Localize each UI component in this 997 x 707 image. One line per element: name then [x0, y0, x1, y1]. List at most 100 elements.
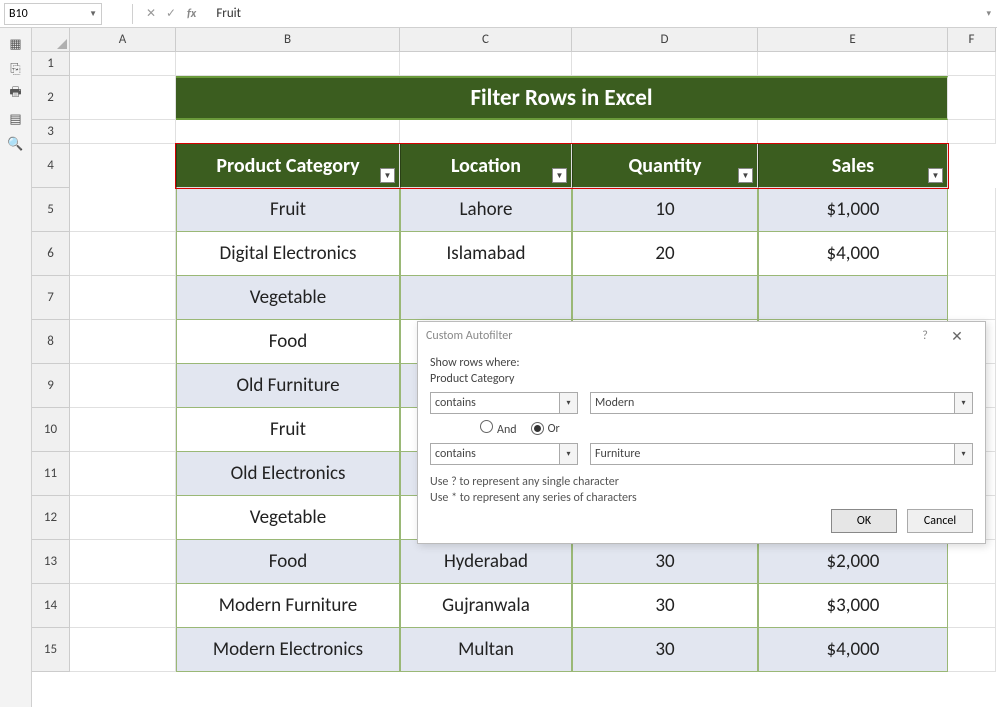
- header-product-category[interactable]: Product Category▼: [176, 144, 400, 188]
- cell[interactable]: [948, 188, 996, 232]
- row-header[interactable]: 14: [32, 584, 70, 628]
- close-icon[interactable]: ✕: [937, 328, 977, 345]
- cell[interactable]: [948, 584, 996, 628]
- col-header[interactable]: D: [572, 28, 758, 52]
- cell[interactable]: [758, 120, 948, 144]
- cell-quantity[interactable]: 10: [572, 188, 758, 232]
- cell-sales[interactable]: $2,000: [758, 540, 948, 584]
- select-all-corner[interactable]: [32, 28, 70, 52]
- cell[interactable]: [70, 76, 176, 120]
- dropdown-icon[interactable]: ▼: [89, 9, 97, 19]
- cell-sales[interactable]: [758, 276, 948, 320]
- cancel-button[interactable]: Cancel: [907, 509, 973, 533]
- cell[interactable]: [70, 320, 176, 364]
- cell-sales[interactable]: $3,000: [758, 584, 948, 628]
- col-header[interactable]: C: [400, 28, 572, 52]
- cell[interactable]: [70, 232, 176, 276]
- cell[interactable]: [176, 52, 400, 76]
- row-header[interactable]: 6: [32, 232, 70, 276]
- col-header[interactable]: B: [176, 28, 400, 52]
- enter-icon[interactable]: ✓: [161, 6, 181, 21]
- cell[interactable]: [70, 52, 176, 76]
- operator2-combo[interactable]: contains▾: [430, 443, 578, 465]
- cell-product-category[interactable]: Modern Electronics: [176, 628, 400, 672]
- cell[interactable]: [948, 120, 996, 144]
- row-header[interactable]: 11: [32, 452, 70, 496]
- cell-location[interactable]: Gujranwala: [400, 584, 572, 628]
- header-quantity[interactable]: Quantity▼: [572, 144, 758, 188]
- cell[interactable]: [948, 232, 996, 276]
- cell-quantity[interactable]: 30: [572, 628, 758, 672]
- cell-quantity[interactable]: [572, 276, 758, 320]
- tool-icon[interactable]: 🔍: [4, 133, 28, 155]
- row-header[interactable]: 15: [32, 628, 70, 672]
- cell[interactable]: [70, 540, 176, 584]
- tool-icon[interactable]: ▦: [4, 33, 28, 55]
- row-header[interactable]: 5: [32, 188, 70, 232]
- cell-product-category[interactable]: Food: [176, 320, 400, 364]
- cell[interactable]: [758, 52, 948, 76]
- filter-dropdown-icon[interactable]: ▼: [552, 168, 567, 183]
- and-radio[interactable]: And: [480, 420, 517, 437]
- cell[interactable]: [572, 52, 758, 76]
- header-location[interactable]: Location▼: [400, 144, 572, 188]
- value1-combo[interactable]: Modern▾: [590, 392, 973, 414]
- cell[interactable]: [70, 496, 176, 540]
- cell-location[interactable]: [400, 276, 572, 320]
- dropdown-icon[interactable]: ▾: [954, 393, 972, 413]
- cell[interactable]: [70, 452, 176, 496]
- cell[interactable]: [948, 540, 996, 584]
- cell[interactable]: [948, 628, 996, 672]
- dropdown-icon[interactable]: ▾: [559, 444, 577, 464]
- cell-quantity[interactable]: 20: [572, 232, 758, 276]
- cell-location[interactable]: Multan: [400, 628, 572, 672]
- tool-icon[interactable]: 🖶: [4, 83, 28, 105]
- cell[interactable]: [948, 52, 996, 76]
- cell-product-category[interactable]: Vegetable: [176, 276, 400, 320]
- cell[interactable]: [572, 120, 758, 144]
- cell-sales[interactable]: $4,000: [758, 628, 948, 672]
- or-radio[interactable]: Or: [531, 422, 560, 436]
- dropdown-icon[interactable]: ▾: [559, 393, 577, 413]
- cell-product-category[interactable]: Food: [176, 540, 400, 584]
- col-header[interactable]: F: [948, 28, 996, 52]
- cell-location[interactable]: Hyderabad: [400, 540, 572, 584]
- formula-value[interactable]: Fruit: [216, 6, 241, 21]
- row-header[interactable]: 2: [32, 76, 70, 120]
- expand-icon[interactable]: ▾: [986, 8, 991, 19]
- header-sales[interactable]: Sales▼: [758, 144, 948, 188]
- cell[interactable]: [176, 120, 400, 144]
- name-box[interactable]: B10 ▼: [4, 3, 102, 25]
- row-header[interactable]: 3: [32, 120, 70, 144]
- row-header[interactable]: 10: [32, 408, 70, 452]
- ok-button[interactable]: OK: [831, 509, 897, 533]
- cell-sales[interactable]: $1,000: [758, 188, 948, 232]
- cell-location[interactable]: Lahore: [400, 188, 572, 232]
- col-header[interactable]: E: [758, 28, 948, 52]
- cell-product-category[interactable]: Old Electronics: [176, 452, 400, 496]
- filter-dropdown-icon[interactable]: ▼: [380, 168, 395, 183]
- cell-quantity[interactable]: 30: [572, 540, 758, 584]
- cell-product-category[interactable]: Digital Electronics: [176, 232, 400, 276]
- cell[interactable]: [70, 408, 176, 452]
- title-cell[interactable]: Filter Rows in Excel: [176, 76, 948, 120]
- filter-dropdown-icon[interactable]: ▼: [738, 168, 753, 183]
- cell[interactable]: [400, 52, 572, 76]
- cell[interactable]: [70, 276, 176, 320]
- cell-quantity[interactable]: 30: [572, 584, 758, 628]
- cell[interactable]: [70, 364, 176, 408]
- cell[interactable]: [70, 628, 176, 672]
- cell[interactable]: [70, 584, 176, 628]
- cell[interactable]: [948, 276, 996, 320]
- operator1-combo[interactable]: contains▾: [430, 392, 578, 414]
- cell-product-category[interactable]: Old Furniture: [176, 364, 400, 408]
- filter-dropdown-icon[interactable]: ▼: [928, 168, 943, 183]
- row-header[interactable]: 12: [32, 496, 70, 540]
- cell-sales[interactable]: $4,000: [758, 232, 948, 276]
- tool-icon[interactable]: ▤: [4, 108, 28, 130]
- cell-product-category[interactable]: Vegetable: [176, 496, 400, 540]
- row-header[interactable]: 13: [32, 540, 70, 584]
- row-header[interactable]: 8: [32, 320, 70, 364]
- dropdown-icon[interactable]: ▾: [954, 444, 972, 464]
- cell-location[interactable]: Islamabad: [400, 232, 572, 276]
